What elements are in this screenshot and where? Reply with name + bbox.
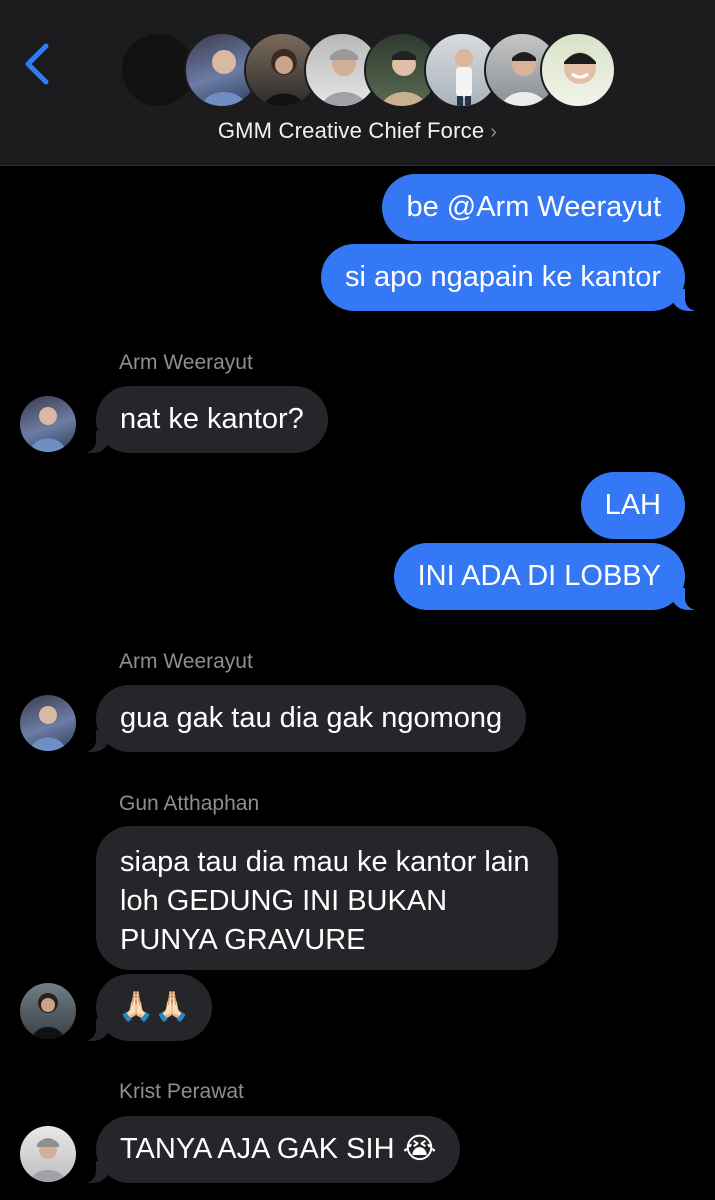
message-bubble-outgoing[interactable]: LAH — [580, 472, 685, 539]
message-text: siapa tau dia mau ke kantor lain loh GED… — [120, 846, 530, 956]
sender-name: Arm Weerayut — [119, 650, 253, 673]
message-bubble-incoming[interactable]: nat ke kantor? — [78, 386, 328, 453]
message-text: LAH — [604, 489, 661, 521]
group-avatars[interactable] — [120, 32, 616, 112]
message-text: INI ADA DI LOBBY — [417, 560, 661, 592]
group-avatar-8 — [540, 32, 616, 108]
message-bubble-incoming[interactable]: gua gak tau dia gak ngomong — [77, 685, 527, 752]
sender-name: Gun Atthaphan — [119, 792, 260, 815]
message-text: nat ke kantor? — [120, 403, 304, 435]
conversation-header: GMM Creative Chief Force › — [0, 0, 715, 166]
message-text: gua gak tau dia gak ngomong — [120, 702, 503, 734]
message-bubble-outgoing[interactable]: si apo ngapain ke kantor — [321, 244, 703, 311]
message-text: si apo ngapain ke kantor — [345, 261, 661, 293]
group-name-label: GMM Creative Chief Force — [217, 118, 485, 143]
avatar[interactable] — [20, 695, 76, 751]
message-bubble-incoming[interactable]: siapa tau dia mau ke kantor lain loh GED… — [96, 826, 558, 970]
sender-name: Krist Perawat — [119, 1080, 244, 1103]
message-text: TANYA AJA GAK SIH 😭 — [120, 1133, 437, 1165]
message-bubble-outgoing[interactable]: be @Arm Weerayut — [382, 174, 685, 241]
back-button[interactable] — [18, 38, 58, 90]
avatar[interactable] — [20, 983, 76, 1039]
avatar[interactable] — [20, 1126, 76, 1182]
group-name-button[interactable]: GMM Creative Chief Force › — [0, 118, 715, 144]
message-bubble-incoming[interactable]: 🙏🏻🙏🏻 — [77, 974, 213, 1041]
message-text: be @Arm Weerayut — [406, 191, 661, 223]
chevron-right-icon: › — [490, 121, 498, 143]
sender-name: Arm Weerayut — [119, 351, 253, 374]
message-text: 🙏🏻🙏🏻 — [118, 991, 191, 1023]
message-bubble-incoming[interactable]: TANYA AJA GAK SIH 😭 — [77, 1116, 461, 1183]
avatar[interactable] — [20, 396, 76, 452]
chevron-left-icon — [25, 43, 49, 85]
message-bubble-outgoing[interactable]: INI ADA DI LOBBY — [393, 543, 704, 610]
